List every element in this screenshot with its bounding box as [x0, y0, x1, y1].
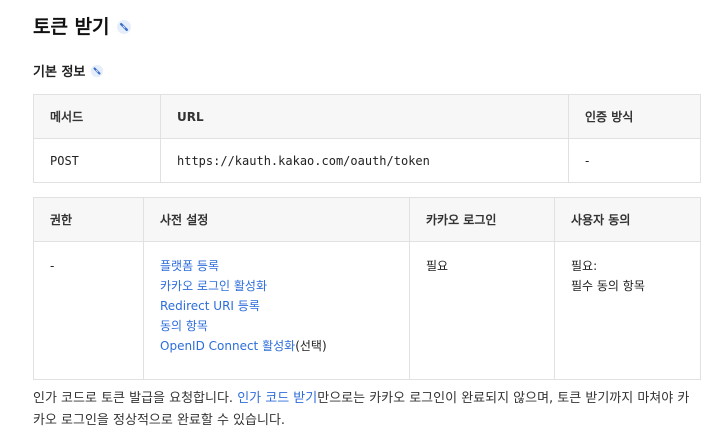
permission-cell: - [33, 241, 144, 380]
kakao-login-cell: 필요 [409, 241, 555, 380]
table-header-row: 권한 사전 설정 카카오 로그인 사용자 동의 [33, 197, 701, 242]
header-permission: 권한 [33, 197, 144, 242]
header-url: URL [160, 94, 569, 139]
header-consent-link[interactable]: 사용자 동의 [554, 197, 701, 242]
setup-cell: 플랫폼 등록 카카오 로그인 활성화 Redirect URI 등록 동의 항목… [143, 241, 410, 380]
requirements-table: 권한 사전 설정 카카오 로그인 사용자 동의 - 플랫폼 등록 카카오 로그인… [33, 197, 701, 380]
consent-items-link[interactable]: 동의 항목 [160, 316, 409, 336]
authorize-code-link[interactable]: 인가 코드 받기 [237, 391, 317, 406]
page-title-text: 토큰 받기 [33, 16, 110, 38]
platform-register-link[interactable]: 플랫폼 등록 [160, 256, 409, 276]
table-header-row: 메서드 URL 인증 방식 [33, 94, 701, 139]
basic-info-table: 메서드 URL 인증 방식 POST https://kauth.kakao.c… [33, 94, 701, 183]
consent-required: 필요: [571, 259, 598, 273]
redirect-uri-link[interactable]: Redirect URI 등록 [160, 296, 409, 316]
anchor-link-icon[interactable] [116, 18, 132, 34]
table-row: - 플랫폼 등록 카카오 로그인 활성화 Redirect URI 등록 동의 … [33, 241, 701, 380]
method-cell: POST [33, 138, 161, 183]
auth-cell: - [568, 138, 701, 183]
header-setup: 사전 설정 [143, 197, 410, 242]
header-kakao-login-link[interactable]: 카카오 로그인 [409, 197, 555, 242]
consent-items: 필수 동의 항목 [571, 279, 645, 293]
table-row: POST https://kauth.kakao.com/oauth/token… [33, 138, 701, 183]
description-text-before: 인가 코드로 토큰 발급을 요청합니다. [33, 391, 238, 406]
section-title-text: 기본 정보 [33, 65, 86, 80]
url-cell: https://kauth.kakao.com/oauth/token [160, 138, 569, 183]
page-title: 토큰 받기 [33, 12, 132, 39]
description-paragraph: 인가 코드로 토큰 발급을 요청합니다. 인가 코드 받기만으로는 카카오 로그… [33, 388, 693, 432]
optional-label: (선택) [295, 339, 327, 353]
section-title: 기본 정보 [33, 61, 104, 80]
document-page: 토큰 받기 기본 정보 메서드 URL 인증 방식 POST https://k… [0, 0, 724, 442]
kakao-login-activate-link[interactable]: 카카오 로그인 활성화 [160, 276, 409, 296]
openid-connect-link[interactable]: OpenID Connect 활성화 [160, 339, 295, 353]
header-auth: 인증 방식 [568, 94, 701, 139]
header-method: 메서드 [33, 94, 161, 139]
consent-cell: 필요: 필수 동의 항목 [554, 241, 701, 380]
anchor-link-icon[interactable] [90, 64, 104, 78]
